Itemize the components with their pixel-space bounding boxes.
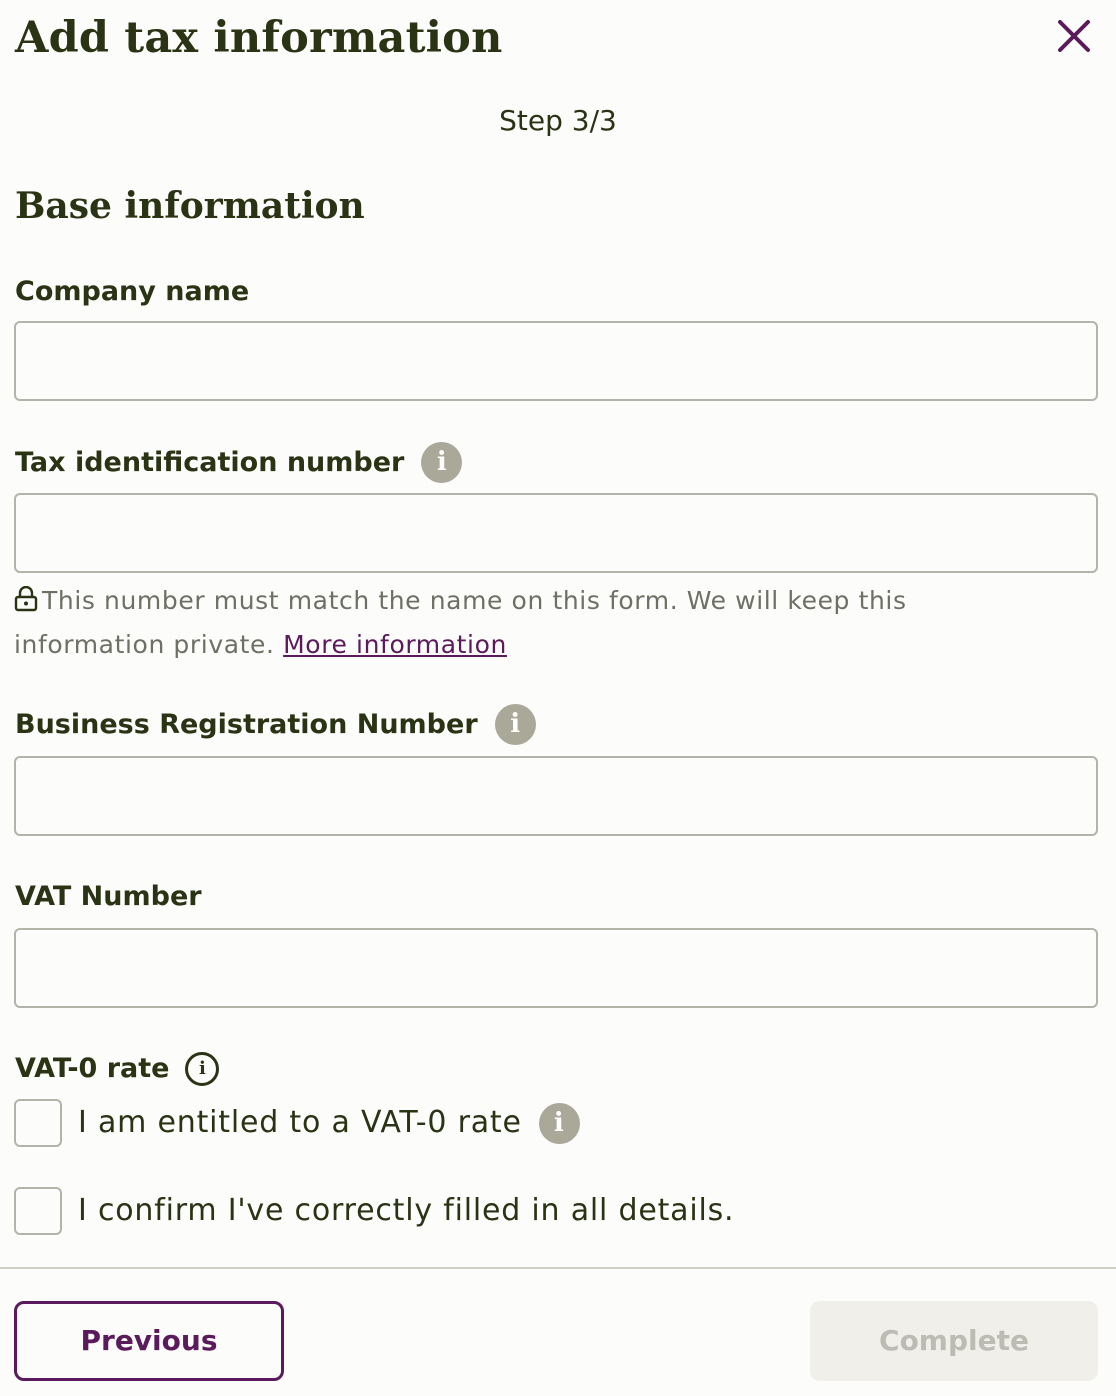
vat0-checkbox-label[interactable]: I am entitled to a VAT-0 rate i (78, 1101, 580, 1145)
dialog-title: Add tax information (15, 13, 503, 63)
info-icon[interactable]: i (538, 1102, 580, 1144)
info-icon[interactable]: i (494, 704, 536, 745)
vat0-checkbox-text: I am entitled to a VAT-0 rate (78, 1105, 522, 1140)
tax-id-hint: This number must match the name on this … (14, 580, 1014, 665)
tax-id-input[interactable] (14, 493, 1098, 573)
company-name-input[interactable] (14, 321, 1098, 401)
confirm-checkbox-label[interactable]: I confirm I've correctly filled in all d… (78, 1189, 734, 1233)
footer-divider (0, 1267, 1116, 1269)
confirm-checkbox-text: I confirm I've correctly filled in all d… (78, 1193, 735, 1228)
step-indicator: Step 3/3 (499, 104, 617, 137)
more-information-link[interactable]: More information (283, 630, 507, 659)
vat0-label-text: VAT-0 rate (15, 1053, 170, 1084)
section-title: Base information (15, 185, 365, 227)
close-button[interactable] (1050, 14, 1098, 62)
tax-id-label-text: Tax identification number (15, 446, 405, 478)
tax-id-label: Tax identification number i (15, 442, 463, 483)
business-reg-input[interactable] (14, 756, 1098, 836)
company-name-label: Company name (15, 272, 249, 312)
previous-button[interactable]: Previous (14, 1301, 284, 1381)
info-icon[interactable]: i (421, 442, 463, 483)
business-reg-label: Business Registration Number i (15, 704, 536, 745)
confirm-checkbox[interactable] (14, 1187, 62, 1235)
vat-number-label: VAT Number (15, 877, 202, 917)
vat0-checkbox[interactable] (14, 1099, 62, 1147)
lock-icon (14, 583, 38, 624)
vat-number-input[interactable] (14, 928, 1098, 1008)
company-name-label-text: Company name (15, 276, 250, 307)
business-reg-label-text: Business Registration Number (15, 708, 478, 740)
vat-number-label-text: VAT Number (15, 881, 202, 912)
vat0-label: VAT-0 rate i (15, 1049, 220, 1089)
info-outline-icon[interactable]: i (185, 1052, 220, 1086)
close-icon (1058, 20, 1090, 52)
complete-button[interactable]: Complete (810, 1301, 1098, 1381)
